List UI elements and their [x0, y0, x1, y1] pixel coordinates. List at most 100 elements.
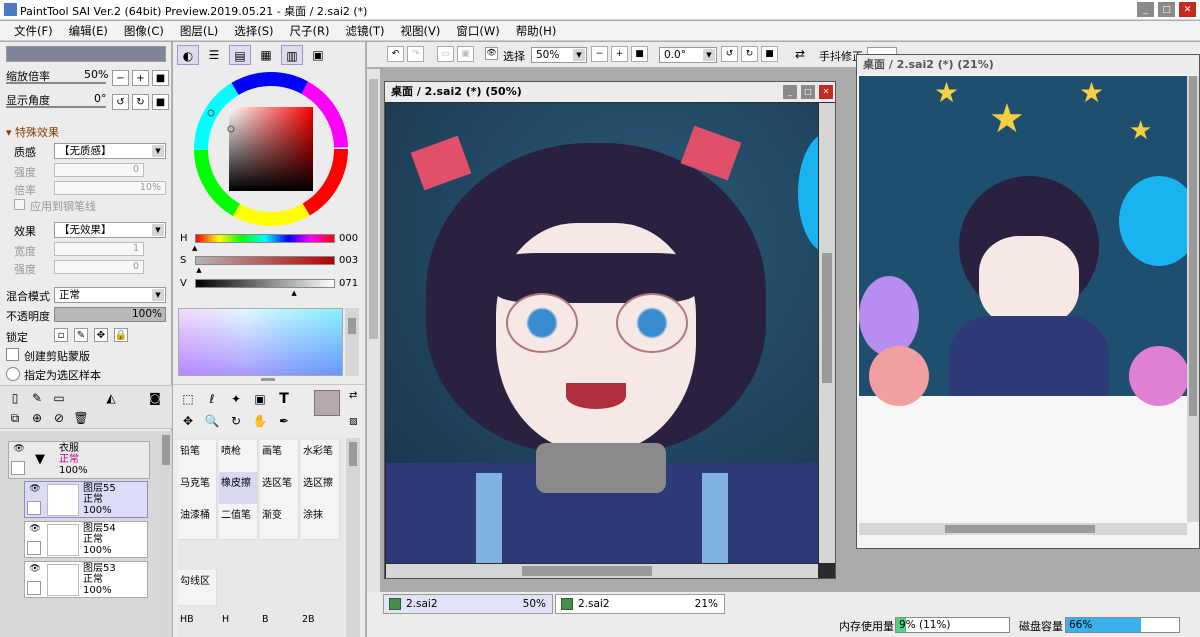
doc-tab[interactable]: 2.sai2 21%	[555, 594, 725, 614]
doc-tab[interactable]: 2.sai2 50%	[383, 594, 553, 614]
brush-param-h[interactable]: H	[222, 614, 229, 625]
brush-binary[interactable]: 二值笔	[219, 504, 258, 540]
brush-eraser[interactable]: 橡皮擦	[219, 472, 258, 508]
brush-scrollbar[interactable]	[346, 438, 360, 637]
brush-pencil[interactable]: 铅笔	[178, 440, 217, 476]
brush-select-pen[interactable]: 选区笔	[260, 472, 299, 508]
layer-item[interactable]: 👁 图层53 正常 100%	[24, 561, 148, 598]
lock-move-icon[interactable]: ✥	[94, 328, 108, 342]
text-tool-icon[interactable]: T	[273, 389, 295, 409]
hue-knob[interactable]: ▲	[192, 244, 197, 252]
clear-layer-icon[interactable]: ⊘	[48, 408, 70, 428]
hue-slider[interactable]	[195, 234, 335, 243]
swap-colors-icon[interactable]: ⇄	[349, 390, 357, 401]
eye-icon[interactable]: 👁	[27, 564, 43, 578]
invert-select-button[interactable]: ▣	[457, 46, 474, 62]
rotate-right-button[interactable]: ↻	[132, 94, 149, 110]
canvas-rotate-reset-button[interactable]: ■	[761, 46, 778, 62]
canvas-window-main[interactable]: 桌面 / 2.sai2 (*) (50%) _ □ ✕	[384, 81, 836, 579]
canvas-rotate-left-button[interactable]: ↺	[721, 46, 738, 62]
zoom-out-button[interactable]: −	[112, 70, 129, 86]
brush-marker[interactable]: 马克笔	[178, 472, 217, 508]
lock-paint-icon[interactable]: ✎	[74, 328, 88, 342]
transparent-color-icon[interactable]: ▧	[349, 417, 358, 427]
canvas-horizontal-scrollbar[interactable]	[386, 564, 818, 578]
scratchpad-tab-icon[interactable]: ▣	[307, 45, 329, 65]
brush-param-2b[interactable]: 2B	[302, 614, 315, 625]
layer-scrollbar[interactable]	[160, 431, 172, 637]
overview-window-title[interactable]: 桌面 / 2.sai2 (*) (21%)	[857, 55, 1199, 75]
intensity-slider[interactable]: 0	[54, 260, 144, 274]
zoom-reset-button[interactable]: ■	[152, 70, 169, 86]
opacity-slider[interactable]: 100%	[54, 307, 166, 322]
angle-slider[interactable]	[6, 106, 106, 108]
overview-vertical-scrollbar[interactable]	[1187, 76, 1199, 522]
rgb-slider-tab-icon[interactable]: ☰	[203, 45, 225, 65]
color-wheel-tab-icon[interactable]: ◐	[177, 45, 199, 65]
artwork-canvas[interactable]	[386, 103, 818, 563]
trash-icon[interactable]: 🗑	[70, 408, 92, 428]
overview-horizontal-scrollbar[interactable]	[859, 523, 1187, 535]
value-slider[interactable]	[195, 279, 335, 288]
color-swatches[interactable]	[178, 308, 343, 376]
canvas-zoom-out-button[interactable]: −	[591, 46, 608, 62]
deselect-button[interactable]: ▭	[437, 46, 454, 62]
new-folder-icon[interactable]: ▭	[48, 388, 70, 408]
apply-brush-checkbox[interactable]	[14, 199, 25, 210]
menu-edit[interactable]: 编辑(E)	[69, 23, 108, 39]
effects-header[interactable]: ▾ 特殊效果	[6, 124, 59, 140]
menu-image[interactable]: 图像(C)	[124, 23, 164, 39]
rotate-left-button[interactable]: ↺	[112, 94, 129, 110]
width-slider[interactable]: 1	[54, 242, 144, 256]
color-wheel[interactable]	[191, 69, 351, 229]
folder-open-icon[interactable]: ▼	[35, 452, 45, 467]
strength-slider[interactable]: 0	[54, 163, 144, 177]
layer-checkbox[interactable]	[27, 501, 41, 515]
brush-select-eraser[interactable]: 选区擦	[301, 472, 340, 508]
selection-visible-icon[interactable]: 👁	[485, 47, 498, 60]
canvas-rotate-right-button[interactable]: ↻	[741, 46, 758, 62]
canvas-window-overview[interactable]: 桌面 / 2.sai2 (*) (21%) ★ ★ ★ ★	[856, 54, 1200, 549]
swatches-tab-icon[interactable]: ▥	[281, 45, 303, 65]
menu-layer[interactable]: 图层(L)	[180, 23, 218, 39]
canvas-area-scrollbar[interactable]	[367, 69, 380, 592]
lock-transparency-icon[interactable]: ▫	[54, 328, 68, 342]
brush-gradient[interactable]: 渐变	[260, 504, 299, 540]
undo-button[interactable]: ↶	[387, 46, 404, 62]
rectangle-select-icon[interactable]: ⬚	[177, 389, 199, 409]
blend-mode-select[interactable]: 正常 ▼	[54, 287, 166, 303]
canvas-minimize-button[interactable]: _	[783, 85, 797, 99]
panel-splitter[interactable]	[261, 378, 275, 381]
zoom-slider[interactable]	[6, 82, 106, 84]
layer-checkbox[interactable]	[27, 581, 41, 595]
saturation-slider[interactable]	[195, 256, 335, 265]
hsv-slider-tab-icon[interactable]: ▤	[229, 45, 251, 65]
magic-wand-icon[interactable]: ✦	[225, 389, 247, 409]
layer-mask-icon[interactable]: ◭	[100, 388, 122, 408]
hand-icon[interactable]: ✋	[249, 411, 271, 431]
move-icon[interactable]: ✥	[177, 411, 199, 431]
canvas-maximize-button[interactable]: □	[801, 85, 815, 99]
ruler-icon[interactable]: ▣	[249, 389, 271, 409]
menu-file[interactable]: 文件(F)	[14, 23, 53, 39]
redo-button[interactable]: ↷	[407, 46, 424, 62]
menu-filter[interactable]: 滤镜(T)	[346, 23, 385, 39]
brush-watercolor[interactable]: 水彩笔	[301, 440, 340, 476]
layer-fill-icon[interactable]: ◙	[144, 388, 166, 408]
eye-icon[interactable]: 👁	[27, 524, 43, 538]
rotate-reset-button[interactable]: ■	[152, 94, 169, 110]
minimize-button[interactable]: _	[1137, 2, 1154, 17]
swatch-scrollbar[interactable]	[345, 308, 359, 376]
layer-checkbox[interactable]	[11, 461, 25, 475]
canvas-zoom-reset-button[interactable]: ■	[631, 46, 648, 62]
brush-param-hb[interactable]: HB	[180, 614, 194, 625]
layer-item[interactable]: 👁 图层54 正常 100%	[24, 521, 148, 558]
flip-horizontal-icon[interactable]: ⇄	[795, 47, 805, 61]
lasso-icon[interactable]: ℓ	[201, 389, 223, 409]
brush-bucket[interactable]: 油漆桶	[178, 504, 217, 540]
canvas-window-title[interactable]: 桌面 / 2.sai2 (*) (50%)	[385, 82, 835, 102]
layer-checkbox[interactable]	[27, 541, 41, 555]
menu-view[interactable]: 视图(V)	[401, 23, 441, 39]
brush-param-b[interactable]: B	[262, 614, 269, 625]
menu-help[interactable]: 帮助(H)	[516, 23, 557, 39]
